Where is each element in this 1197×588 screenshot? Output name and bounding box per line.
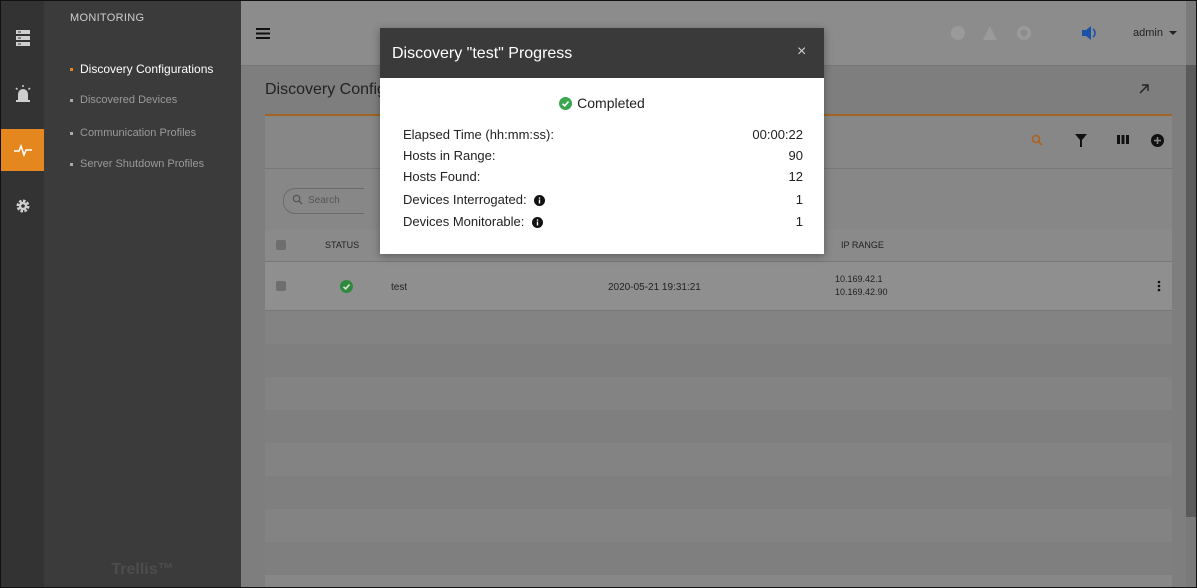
table-row[interactable]: test 2020-05-21 19:31:21 10.169.42.1 10.… [265,262,1172,311]
stat-value: 1 [795,192,803,207]
add-circle-icon[interactable] [1151,134,1164,147]
select-all-checkbox[interactable] [276,240,286,250]
bullet-icon [70,68,73,72]
stat-hosts-in-range: Hosts in Range: 90 [403,148,803,163]
rail-item-monitoring[interactable] [1,129,44,171]
info-icon[interactable] [532,217,544,228]
nav-sidebar: MONITORING Discovery Configurations Disc… [44,1,241,587]
bullet-icon [70,98,73,102]
check-circle-icon [559,97,573,110]
empty-table-row [265,542,1172,575]
search-placeholder: Search [308,195,340,206]
warning-icon[interactable] [982,25,998,41]
empty-table-row [265,509,1172,542]
status-circle-icon[interactable] [950,25,966,41]
empty-table-row [265,311,1172,344]
caret-down-icon [1169,31,1178,35]
column-header-ip-range[interactable]: IP RANGE [841,240,884,250]
nav-item-communication-profiles[interactable]: Communication Profiles [70,127,196,139]
search-input[interactable]: Search [283,188,364,214]
bullet-icon [70,162,73,166]
user-menu[interactable]: admin [1133,27,1178,39]
rail-item-settings[interactable] [1,185,44,227]
stat-label: Devices Interrogated: [403,192,527,207]
stat-value: 12 [788,169,803,184]
pulse-icon [13,143,32,157]
column-header-status[interactable]: STATUS [325,240,359,250]
row-ip-end: 10.169.42.90 [835,287,888,297]
stat-hosts-found: Hosts Found: 12 [403,169,803,184]
rail-item-alarms[interactable] [1,73,44,115]
close-icon[interactable]: × [797,43,806,61]
dialog-title: Discovery "test" Progress [392,45,573,62]
rail-item-servers[interactable] [1,17,44,59]
empty-table-row [265,377,1172,410]
empty-table-row [265,443,1172,476]
stat-devices-monitorable: Devices Monitorable: 1 [403,214,803,229]
search-icon [292,194,303,205]
row-date: 2020-05-21 19:31:21 [608,282,701,293]
empty-table-row [265,476,1172,509]
expand-icon[interactable] [1138,83,1150,95]
stat-label: Hosts Found: [403,169,481,184]
blocked-icon[interactable] [1016,25,1032,41]
alarm-light-icon [14,85,31,102]
stat-devices-interrogated: Devices Interrogated: 1 [403,192,803,207]
nav-item-server-shutdown-profiles[interactable]: Server Shutdown Profiles [70,158,204,170]
icon-rail [1,1,44,587]
nav-item-discovery-configurations[interactable]: Discovery Configurations [70,62,213,76]
speaker-icon[interactable] [1081,25,1099,41]
stat-elapsed-time: Elapsed Time (hh:mm:ss): 00:00:22 [403,127,803,142]
check-circle-icon [340,280,353,293]
bullet-icon [70,131,73,135]
stat-label: Elapsed Time (hh:mm:ss): [403,127,554,142]
more-vertical-icon[interactable] [1157,280,1161,292]
empty-table-row [265,410,1172,443]
row-ip-start: 10.169.42.1 [835,274,883,284]
hamburger-menu-icon[interactable] [256,28,270,39]
nav-item-discovered-devices[interactable]: Discovered Devices [70,94,177,106]
row-name[interactable]: test [391,282,407,293]
nav-section-title: MONITORING [70,12,145,24]
info-icon[interactable] [534,195,546,206]
stat-value: 1 [795,214,803,229]
filter-icon[interactable] [1075,134,1087,147]
scrollbar-thumb[interactable] [1186,65,1196,517]
stat-label: Devices Monitorable: [403,214,525,229]
dialog-header: Discovery "test" Progress × [380,28,824,78]
server-icon [15,30,30,46]
stat-value: 90 [788,148,803,163]
columns-icon[interactable] [1117,134,1129,145]
stat-value: 00:00:22 [752,127,803,142]
gear-icon [16,199,29,213]
brand-logo: Trellis™ [111,561,174,578]
status-text: Completed [577,95,645,111]
discovery-progress-dialog: Discovery "test" Progress × Completed El… [380,28,824,254]
completion-status: Completed [380,95,824,111]
search-icon[interactable] [1031,134,1043,146]
stat-label: Hosts in Range: [403,148,496,163]
empty-table-row [265,344,1172,377]
row-checkbox[interactable] [276,281,286,291]
app-window: MONITORING Discovery Configurations Disc… [0,0,1197,588]
